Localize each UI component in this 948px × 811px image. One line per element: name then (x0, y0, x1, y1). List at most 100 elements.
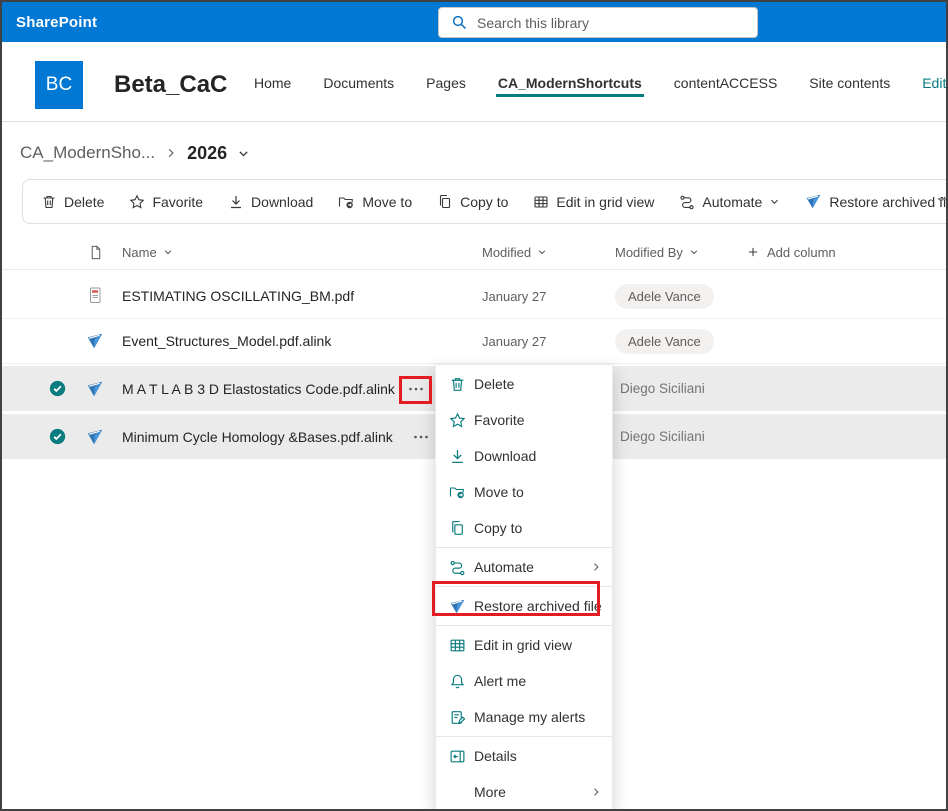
menu-separator (436, 586, 612, 587)
menu-item-favorite[interactable]: Favorite (436, 402, 612, 438)
selected-check-icon[interactable] (49, 366, 66, 411)
file-name[interactable]: M A T L A B 3 D Elastostatics Code.pdf.a… (122, 366, 395, 411)
menu-item-more[interactable]: More (436, 774, 612, 810)
alink-file-icon (86, 414, 104, 459)
nav-item-contentaccess[interactable]: contentACCESS (672, 67, 780, 97)
modified-date: January 27 (482, 274, 546, 318)
move-to-label: Move to (362, 194, 412, 210)
breadcrumb-parent[interactable]: CA_ModernSho... (20, 143, 155, 163)
site-logo[interactable]: BC (35, 61, 83, 109)
ellipsis-icon[interactable] (405, 379, 427, 399)
plus-icon (747, 246, 759, 258)
table-row[interactable]: Event_Structures_Model.pdf.alink January… (2, 319, 946, 364)
nav-item-ca-modernshortcuts[interactable]: CA_ModernShortcuts (496, 67, 644, 97)
menu-item-restore-archived-file[interactable]: Restore archived file (436, 588, 612, 624)
chevron-down-icon[interactable] (237, 147, 250, 160)
suite-top-bar: SharePoint (2, 2, 946, 42)
sharepoint-brand[interactable]: SharePoint (16, 14, 97, 31)
nav-item-pages[interactable]: Pages (424, 67, 468, 97)
automate-icon (679, 194, 695, 210)
row-more-actions-button[interactable] (405, 366, 427, 411)
alink-file-icon (86, 366, 104, 411)
copy-icon (437, 194, 453, 210)
menu-item-download[interactable]: Download (436, 438, 612, 474)
site-navigation: Home Documents Pages CA_ModernShortcuts … (252, 42, 948, 122)
menu-separator (436, 547, 612, 548)
trash-icon (449, 376, 466, 393)
search-box[interactable] (438, 7, 758, 38)
download-button[interactable]: Download (228, 194, 313, 210)
file-name[interactable]: ESTIMATING OSCILLATING_BM.pdf (122, 274, 354, 318)
table-header: Name Modified Modified By Add column (2, 234, 946, 270)
menu-item-move-to[interactable]: Move to (436, 474, 612, 510)
column-header-modified[interactable]: Modified (482, 234, 547, 270)
modified-by[interactable]: Diego Siciliani (620, 366, 705, 411)
edit-in-grid-view-label: Edit in grid view (556, 194, 654, 210)
copy-to-label: Copy to (460, 194, 508, 210)
alink-file-icon (86, 319, 104, 363)
search-input[interactable] (477, 15, 727, 31)
delete-button[interactable]: Delete (41, 194, 104, 210)
add-column-button[interactable]: Add column (747, 234, 836, 270)
chevron-right-icon (590, 786, 602, 798)
pdf-file-icon (87, 274, 103, 318)
bell-icon (449, 673, 466, 690)
restore-archived-file-label: Restore archived file (829, 194, 948, 210)
modified-date: January 27 (482, 319, 546, 363)
menu-item-edit-in-grid-view[interactable]: Edit in grid view (436, 627, 612, 663)
sharepoint-window: SharePoint BC Beta_CaC Home Documents Pa… (0, 0, 948, 811)
menu-item-manage-my-alerts[interactable]: Manage my alerts (436, 699, 612, 735)
nav-item-site-contents[interactable]: Site contents (807, 67, 892, 97)
row-more-actions-button[interactable] (410, 414, 432, 459)
paper-plane-icon (805, 193, 822, 210)
automate-label: Automate (702, 194, 762, 210)
modified-by-pill[interactable]: Adele Vance (615, 274, 714, 318)
site-header: BC Beta_CaC Home Documents Pages CA_Mode… (2, 42, 946, 122)
file-name[interactable]: Minimum Cycle Homology &Bases.pdf.alink (122, 414, 393, 459)
download-label: Download (251, 194, 313, 210)
favorite-label: Favorite (152, 194, 203, 210)
edit-in-grid-view-button[interactable]: Edit in grid view (533, 194, 654, 210)
move-to-button[interactable]: Move to (338, 194, 412, 210)
site-title[interactable]: Beta_CaC (114, 71, 227, 99)
menu-item-details[interactable]: Details (436, 738, 612, 774)
manage-alerts-icon (449, 709, 466, 726)
breadcrumb: CA_ModernSho... 2026 (20, 136, 250, 170)
breadcrumb-current[interactable]: 2026 (187, 143, 227, 164)
file-type-column-icon[interactable] (88, 234, 103, 270)
breadcrumb-separator-icon (165, 147, 177, 159)
automate-button[interactable]: Automate (679, 194, 780, 210)
trash-icon (41, 194, 57, 210)
star-icon (449, 412, 466, 429)
nav-item-home[interactable]: Home (252, 67, 293, 97)
download-icon (449, 448, 466, 465)
download-icon (228, 194, 244, 210)
file-name[interactable]: Event_Structures_Model.pdf.alink (122, 319, 331, 363)
selected-check-icon[interactable] (49, 414, 66, 459)
modified-by-pill[interactable]: Adele Vance (615, 319, 714, 363)
ellipsis-icon[interactable] (410, 427, 432, 447)
menu-item-copy-to[interactable]: Copy to (436, 510, 612, 546)
nav-item-edit[interactable]: Edit (920, 67, 948, 97)
table-row[interactable]: ESTIMATING OSCILLATING_BM.pdf January 27… (2, 274, 946, 319)
nav-item-documents[interactable]: Documents (321, 67, 396, 97)
paper-plane-icon (449, 598, 466, 615)
search-icon (451, 14, 468, 31)
menu-item-automate[interactable]: Automate (436, 549, 612, 585)
grid-icon (449, 637, 466, 654)
restore-archived-file-button[interactable]: Restore archived file (805, 193, 948, 210)
chevron-right-icon (590, 561, 602, 573)
toolbar-overflow-fragment (938, 198, 947, 200)
menu-separator (436, 625, 612, 626)
move-to-icon (338, 194, 355, 210)
modified-by[interactable]: Diego Siciliani (620, 414, 705, 459)
automate-icon (449, 559, 466, 576)
column-header-name[interactable]: Name (122, 234, 173, 270)
copy-to-button[interactable]: Copy to (437, 194, 508, 210)
command-bar: Delete Favorite Download Move to Copy to (22, 179, 948, 224)
menu-item-alert-me[interactable]: Alert me (436, 663, 612, 699)
menu-item-delete[interactable]: Delete (436, 366, 612, 402)
column-header-modified-by[interactable]: Modified By (615, 234, 699, 270)
favorite-button[interactable]: Favorite (129, 194, 203, 210)
grid-icon (533, 194, 549, 210)
